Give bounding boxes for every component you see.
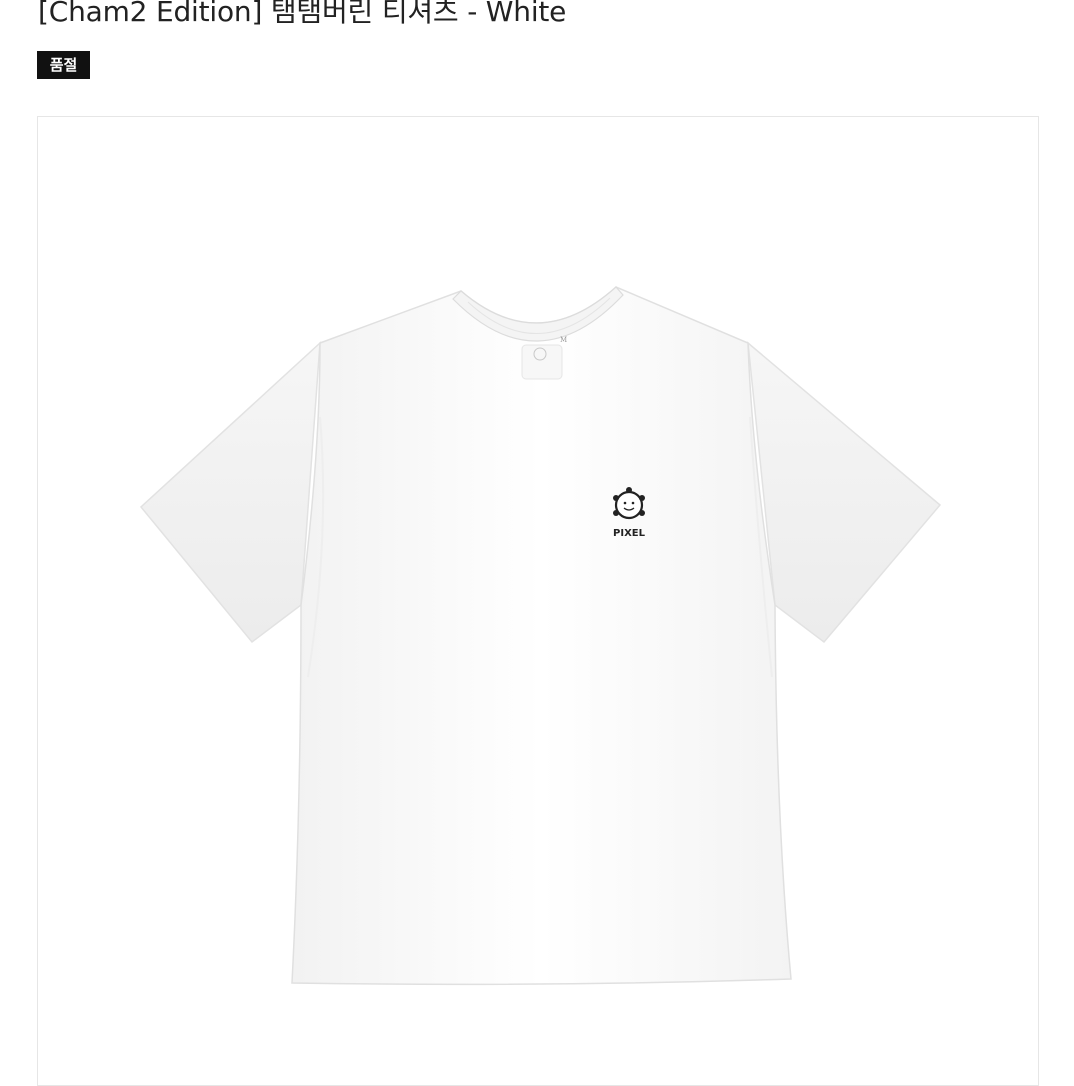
svg-text:M: M: [560, 336, 567, 344]
product-title: [Cham2 Edition] 탬탬버린 티셔츠 - White: [38, 0, 567, 28]
left-sleeve: [139, 341, 321, 644]
right-sleeve: [747, 341, 942, 644]
logo-text: PIXEL: [613, 528, 646, 539]
sold-out-badge: 품절: [37, 51, 90, 79]
tshirt-image: M PIXEL: [139, 286, 942, 986]
shirt-body: [291, 286, 792, 986]
product-image[interactable]: M PIXEL: [37, 116, 1039, 1086]
